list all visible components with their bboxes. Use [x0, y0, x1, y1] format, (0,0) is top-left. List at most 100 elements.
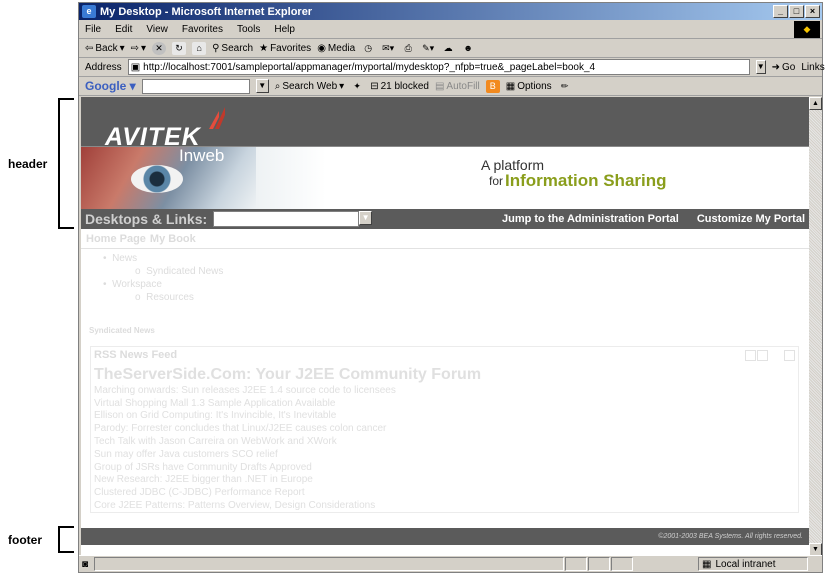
rss-item[interactable]: Virtual Shopping Mall 1.3 Sample Applica… — [94, 398, 795, 411]
messenger-icon[interactable]: ☻ — [461, 42, 475, 55]
stop-icon[interactable]: ✕ — [152, 41, 167, 55]
media-icon: ◉ — [317, 42, 326, 54]
customize-portal-link[interactable]: Customize My Portal — [697, 213, 805, 225]
desktops-links-label: Desktops & Links: — [85, 211, 208, 227]
media-button[interactable]: ◉ Media — [317, 43, 355, 54]
tree-item-news[interactable]: • News — [103, 252, 809, 265]
forward-button[interactable]: ⇨ ▾ — [131, 43, 146, 54]
portlet-edit-icon[interactable] — [745, 350, 756, 361]
menu-bar: File Edit View Favorites Tools Help ◆ — [79, 20, 822, 39]
tree-item-syndicated-news[interactable]: o Syndicated News — [103, 265, 809, 278]
discuss-icon[interactable]: ☁ — [441, 42, 455, 55]
page-status-icon: ◙ — [82, 558, 89, 570]
autofill-icon: ▤ — [434, 80, 445, 92]
search-web-button[interactable]: ⌕ Search Web ▾ — [275, 81, 344, 92]
options-button[interactable]: ▦ Options — [506, 81, 552, 92]
mail-icon[interactable]: ✉▾ — [381, 42, 395, 55]
page-tabs: Home Page My Book — [81, 229, 809, 249]
tab-home-page[interactable]: Home Page — [86, 233, 146, 245]
footer-annotation-label: footer — [8, 533, 42, 547]
inweb-label: Inweb — [179, 146, 225, 165]
binoculars-icon: ⌕ — [274, 80, 281, 92]
address-label: Address — [85, 61, 122, 73]
popup-blocker-icon: ⊟ — [370, 80, 379, 92]
go-button[interactable]: ➜ Go — [772, 62, 796, 73]
refresh-icon[interactable]: ↻ — [172, 41, 187, 55]
rss-item[interactable]: New Research: J2EE bigger than .NET in E… — [94, 474, 795, 487]
zone-label: Local intranet — [715, 558, 776, 570]
avitek-logo-mark-icon — [209, 107, 225, 129]
rss-item[interactable]: Tech Talk with Jason Carreira on WebWork… — [94, 436, 795, 449]
favorites-icon: ★ — [259, 42, 269, 54]
menu-tools[interactable]: Tools — [237, 24, 260, 35]
scroll-up-arrow-icon[interactable]: ▲ — [809, 97, 822, 110]
google-search-dropdown[interactable]: ▼ — [255, 79, 269, 93]
vertical-scrollbar[interactable]: ▲ ▼ — [809, 97, 822, 556]
address-dropdown-button[interactable]: ▼ — [755, 60, 766, 74]
menu-help[interactable]: Help — [274, 24, 295, 35]
menu-view[interactable]: View — [146, 24, 168, 35]
rss-item[interactable]: Group of JSRs have Community Drafts Appr… — [94, 462, 795, 475]
portal-nav-bar: Desktops & Links: ▼ Jump to the Administ… — [81, 209, 809, 229]
go-arrow-icon: ➜ — [771, 61, 780, 73]
minimize-button[interactable]: _ — [773, 5, 788, 18]
maximize-button[interactable]: □ — [789, 5, 804, 18]
home-icon[interactable]: ⌂ — [192, 41, 207, 55]
windows-logo-icon: ◆ — [794, 20, 820, 38]
autofill-button[interactable]: ▤ AutoFill — [435, 81, 480, 92]
pagerank-icon[interactable]: ✦ — [350, 80, 364, 93]
navigation-tree: • News o Syndicated News • Workspace o R… — [81, 249, 809, 304]
history-icon[interactable]: ◷ — [361, 42, 375, 55]
browser-viewport: AVITEK Inweb A platform for Information … — [81, 97, 809, 556]
close-button[interactable]: × — [805, 5, 820, 18]
desktops-select[interactable]: ▼ — [213, 211, 373, 227]
options-icon: ▦ — [505, 80, 516, 92]
blogger-icon[interactable]: B — [485, 79, 500, 93]
highlight-icon[interactable]: ✏ — [558, 80, 572, 93]
google-logo[interactable]: Google ▾ — [85, 79, 136, 93]
portlet-minimize-icon[interactable] — [757, 350, 768, 361]
rss-item[interactable]: Core J2EE Patterns: Patterns Overview, D… — [94, 500, 795, 513]
tagline-for: for — [489, 174, 504, 188]
ie-window: e My Desktop - Microsoft Internet Explor… — [78, 2, 825, 573]
portal-footer: ©2001-2003 BEA Systems. All rights reser… — [81, 528, 809, 545]
tree-item-resources[interactable]: o Resources — [103, 291, 809, 304]
header-annotation-label: header — [8, 157, 48, 171]
search-button[interactable]: ⚲ Search — [212, 43, 253, 54]
rss-feed-title[interactable]: TheServerSide.Com: Your J2EE Community F… — [94, 365, 795, 385]
window-title: My Desktop - Microsoft Internet Explorer — [100, 5, 313, 18]
section-title: Syndicated News — [89, 326, 155, 335]
search-icon: ⚲ — [212, 42, 220, 54]
address-input[interactable]: ▣ http://localhost:7001/sampleportal/app… — [127, 59, 750, 75]
tab-my-book[interactable]: My Book — [150, 233, 196, 245]
print-icon[interactable]: ⎙ — [401, 42, 415, 55]
menu-favorites[interactable]: Favorites — [182, 24, 223, 35]
edit-icon[interactable]: ✎▾ — [421, 42, 435, 55]
google-search-input[interactable] — [141, 78, 250, 94]
rss-item[interactable]: Marching onwards: Sun releases J2EE 1.4 … — [94, 385, 795, 398]
portal-header-top: AVITEK — [81, 97, 809, 151]
rss-item[interactable]: Ellison on Grid Computing: It's Invincib… — [94, 410, 795, 423]
favorites-button[interactable]: ★ Favorites — [259, 43, 311, 54]
eye-image — [131, 165, 183, 193]
rss-portlet: RSS News Feed TheServerSide.Com: Your J2… — [90, 346, 799, 513]
admin-portal-link[interactable]: Jump to the Administration Portal — [502, 213, 679, 225]
rss-item[interactable]: Clustered JDBC (C-JDBC) Performance Repo… — [94, 487, 795, 500]
menu-edit[interactable]: Edit — [115, 24, 132, 35]
portal-banner: Inweb A platform for Information Sharing — [81, 146, 809, 209]
rss-item[interactable]: Sun may offer Java customers SCO relief — [94, 449, 795, 462]
footer-bracket — [58, 526, 74, 553]
back-button[interactable]: ⇦ Back ▾ — [85, 43, 125, 54]
header-bracket — [58, 98, 74, 229]
portlet-maximize-icon[interactable] — [784, 350, 795, 361]
status-bar: ◙ ▦ Local intranet — [79, 555, 822, 572]
rss-item[interactable]: Parody: Forrester concludes that Linux/J… — [94, 423, 795, 436]
tree-item-workspace[interactable]: • Workspace — [103, 278, 809, 291]
popup-blocker-button[interactable]: ⊟ 21 blocked — [370, 81, 429, 92]
links-button[interactable]: Links » — [801, 62, 827, 73]
menu-file[interactable]: File — [85, 24, 101, 35]
address-url: http://localhost:7001/sampleportal/appma… — [143, 61, 596, 73]
desktops-select-arrow[interactable]: ▼ — [359, 211, 373, 225]
rss-portlet-title: RSS News Feed — [94, 349, 178, 361]
tagline-information-sharing: Information Sharing — [505, 171, 667, 190]
